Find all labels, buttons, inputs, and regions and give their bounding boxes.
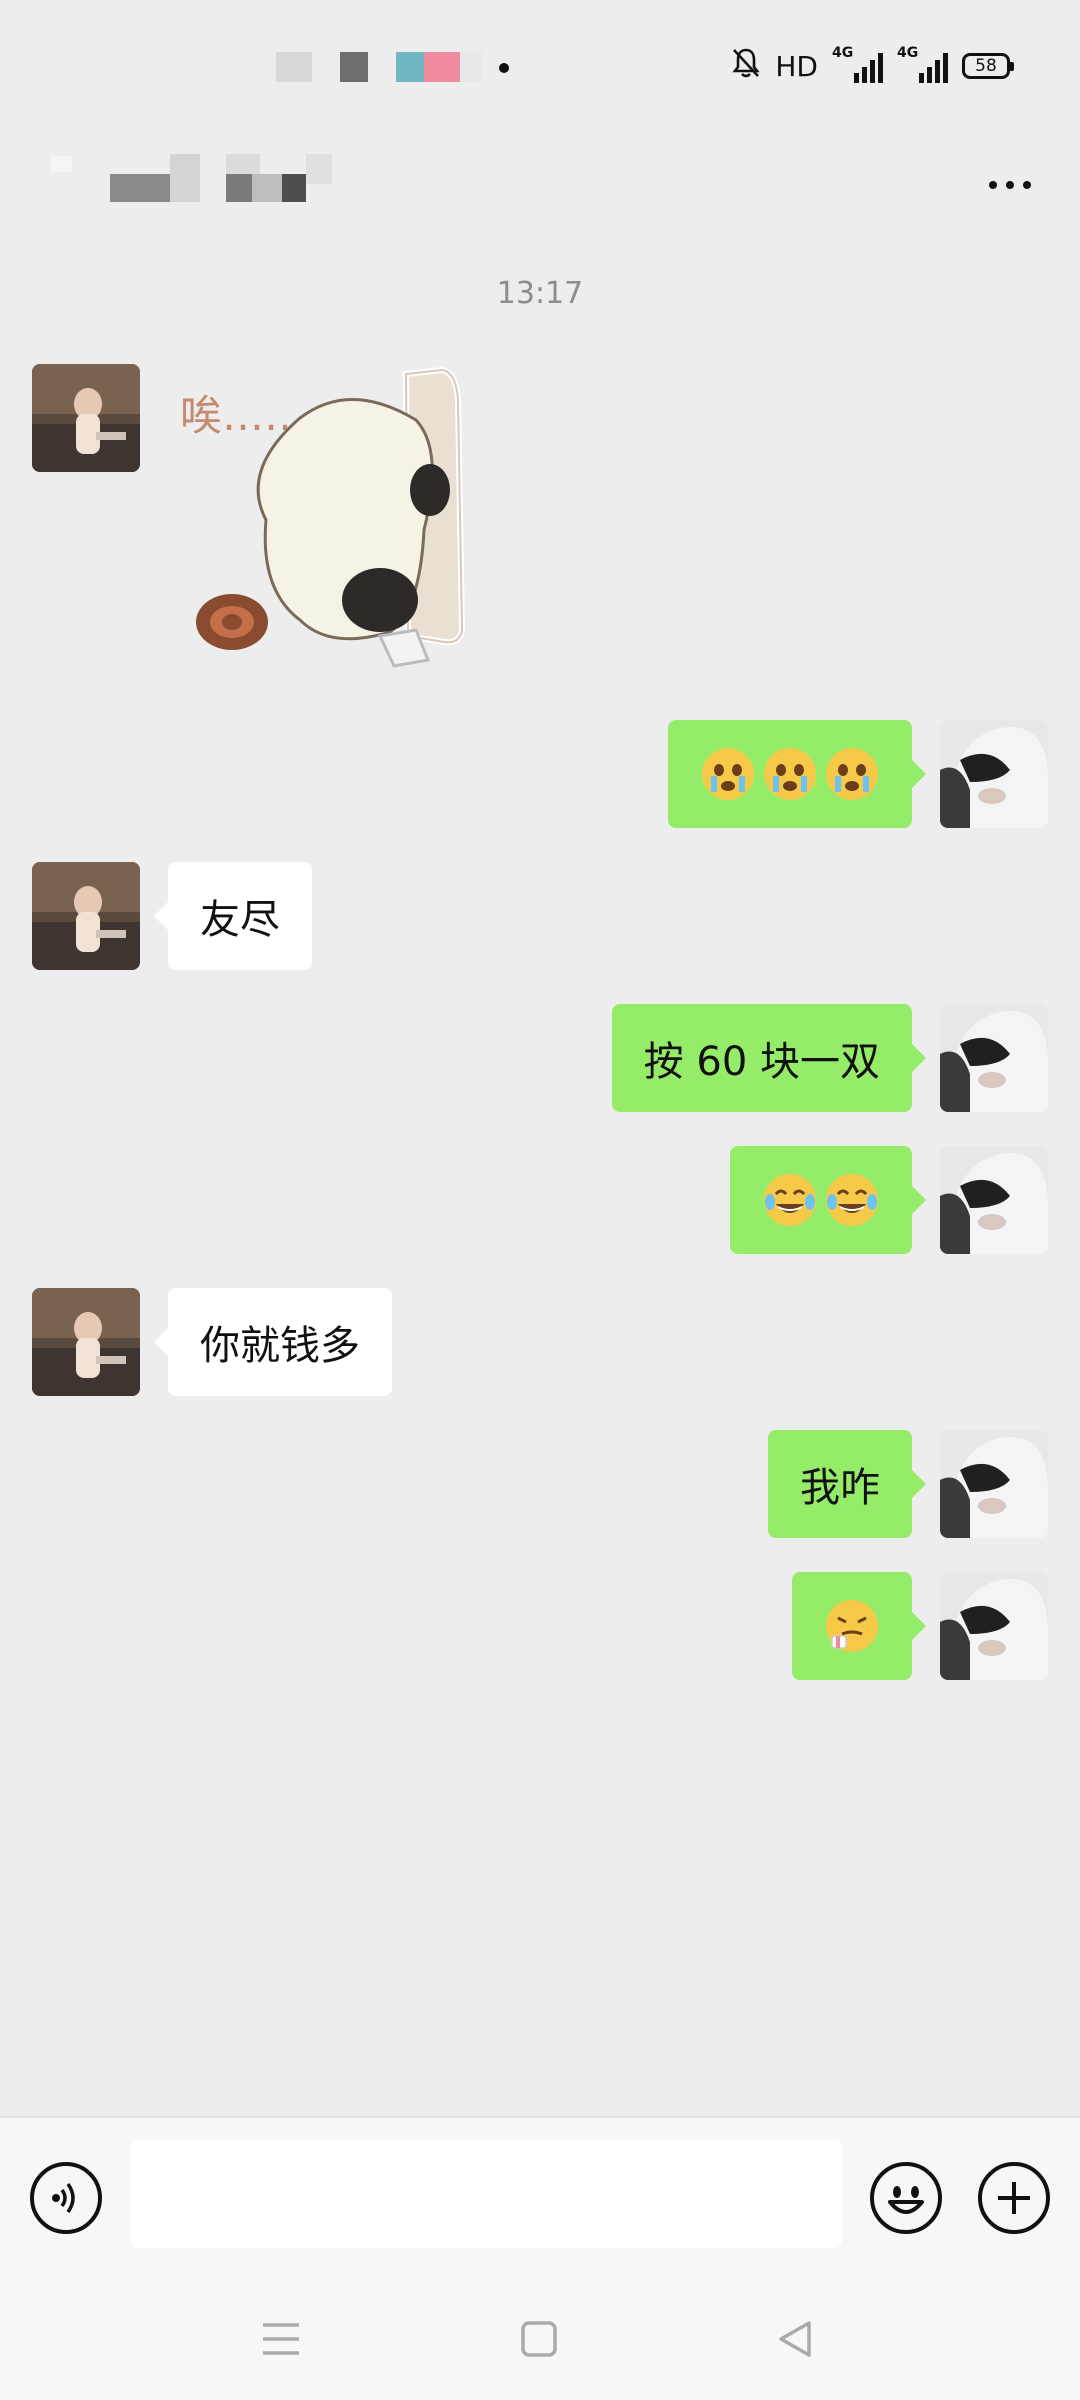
contact-avatar[interactable] (32, 364, 140, 472)
system-navigation-bar (0, 2276, 1080, 2400)
battery-icon: 58 (962, 53, 1014, 79)
chat-header (0, 130, 1080, 240)
status-icons: HD 4G 4G 58 (731, 45, 1014, 86)
self-avatar[interactable] (940, 1004, 1048, 1112)
home-square-icon (521, 2321, 557, 2357)
emoji-icon (888, 2186, 924, 2214)
contact-avatar[interactable] (32, 1288, 140, 1396)
message-input-bar (0, 2116, 1080, 2276)
message-bubble-text[interactable]: 按 60 块一双 (611, 1004, 927, 1112)
self-avatar[interactable] (940, 720, 1048, 828)
message-text: 我咋 (800, 1465, 880, 1511)
sick-face-icon (824, 1598, 880, 1654)
signal-strength-icon: 4G (832, 45, 883, 83)
voice-icon (52, 2182, 75, 2214)
message-bubble-emoji[interactable] (730, 1146, 926, 1254)
message-bubble-text[interactable]: 我咋 (768, 1430, 926, 1538)
more-functions-button[interactable] (978, 2162, 1050, 2234)
message-text: 你就钱多 (200, 1323, 360, 1369)
blurred-notification-icons (276, 52, 516, 82)
message-bubble-text[interactable]: 你就钱多 (154, 1288, 392, 1396)
more-options-button[interactable] (980, 170, 1040, 200)
back-nav-button[interactable] (770, 2314, 820, 2364)
emoji-button[interactable] (870, 2162, 942, 2234)
tears-of-joy-icon (762, 1172, 818, 1228)
self-avatar[interactable] (940, 1430, 1048, 1538)
crying-face-icon (824, 746, 880, 802)
message-bubble-emoji[interactable] (792, 1572, 926, 1680)
message-timestamp: 13:17 (496, 276, 584, 311)
voice-input-button[interactable] (30, 2162, 102, 2234)
crying-face-icon (762, 746, 818, 802)
home-nav-button[interactable] (514, 2314, 564, 2364)
panda-hiding-sticker[interactable]: 唉…… (180, 360, 500, 690)
more-horizontal-icon (989, 181, 997, 189)
hd-label: HD (775, 49, 818, 83)
status-bar: HD 4G 4G 58 (0, 0, 1080, 130)
message-bubble-emoji[interactable] (668, 720, 926, 828)
back-triangle-icon (779, 2321, 811, 2357)
mute-bell-icon (731, 47, 761, 86)
menu-nav-button[interactable] (256, 2314, 306, 2364)
message-text: 按 60 块一双 (643, 1039, 880, 1085)
plus-icon (998, 2182, 1030, 2214)
message-bubble-text[interactable]: 友尽 (154, 862, 312, 970)
contact-avatar[interactable] (32, 862, 140, 970)
battery-level: 58 (975, 56, 997, 76)
signal-strength-icon-2: 4G (897, 45, 948, 83)
tears-of-joy-icon (824, 1172, 880, 1228)
message-text: 友尽 (200, 897, 280, 943)
message-text-input[interactable] (130, 2140, 842, 2248)
contact-name-blurred[interactable] (50, 144, 350, 202)
self-avatar[interactable] (940, 1572, 1048, 1680)
self-avatar[interactable] (940, 1146, 1048, 1254)
crying-face-icon (700, 746, 756, 802)
menu-icon (263, 2323, 299, 2355)
